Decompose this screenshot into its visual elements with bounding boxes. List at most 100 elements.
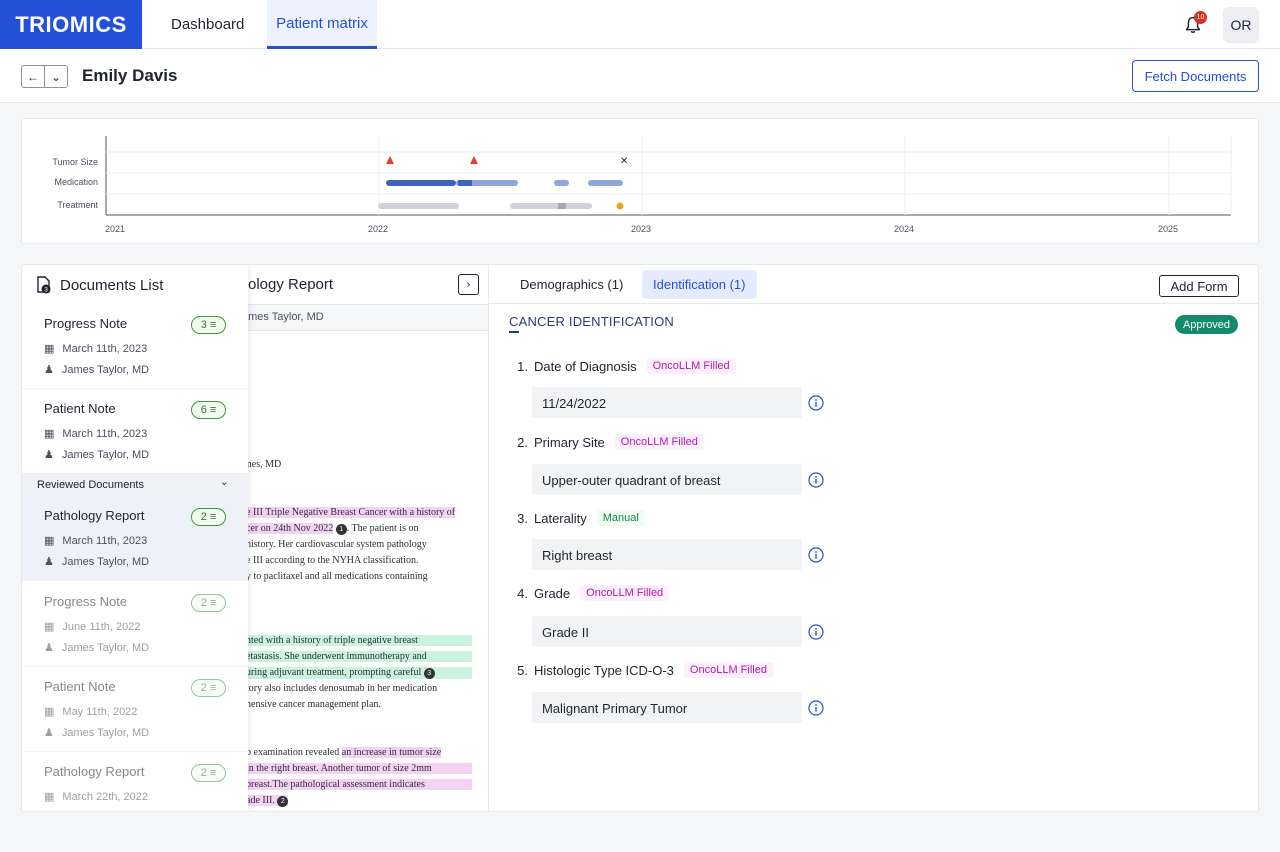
patient-timeline-chart: Tumor Size Medication Treatment ✕ 2021 2… bbox=[21, 118, 1259, 244]
fetch-documents-button[interactable]: Fetch Documents bbox=[1132, 60, 1259, 92]
chevron-down-icon[interactable]: ⌄ bbox=[45, 66, 67, 87]
document-text: hensive cancer management plan. bbox=[246, 699, 381, 710]
info-icon[interactable] bbox=[808, 700, 824, 716]
add-form-button[interactable]: Add Form bbox=[1159, 275, 1239, 297]
document-viewer-title: ology Report bbox=[248, 276, 334, 293]
source-tag: Manual bbox=[596, 510, 645, 526]
document-text: o examination revealed bbox=[246, 747, 342, 758]
highlight-text[interactable]: e III Triple Negative Breast Cancer with… bbox=[246, 507, 456, 518]
evidence-marker[interactable]: 1 bbox=[335, 524, 347, 535]
treatment-bar bbox=[510, 203, 592, 209]
calendar-icon: ▦ bbox=[44, 428, 55, 440]
reviewed-documents-toggle[interactable]: Reviewed Documents ⌄ bbox=[22, 474, 248, 495]
document-date: March 11th, 2023 bbox=[62, 342, 148, 355]
tab-demographics[interactable]: Demographics (1) bbox=[509, 270, 634, 299]
list-icon: ≡ bbox=[209, 511, 217, 523]
section-underline bbox=[509, 331, 519, 333]
nav-tab-dashboard[interactable]: Dashboard bbox=[163, 0, 252, 49]
highlight-text[interactable]: an increase in tumor size bbox=[341, 747, 442, 758]
laterality-field[interactable]: Right breast bbox=[532, 539, 802, 570]
calendar-icon: ▦ bbox=[44, 791, 55, 803]
timeline-year-label: 2024 bbox=[894, 224, 915, 234]
tumor-size-marker bbox=[470, 156, 478, 164]
document-title: Patient Note bbox=[44, 679, 116, 694]
document-title: Pathology Report bbox=[44, 764, 145, 779]
tab-identification[interactable]: Identification (1) bbox=[642, 270, 757, 299]
user-avatar[interactable]: OR bbox=[1223, 7, 1259, 43]
question-label: 4. Grade OncoLLM Filled bbox=[513, 585, 670, 601]
document-annotation-count[interactable]: 2 ≡ bbox=[191, 679, 226, 697]
document-author: James Taylor, MD bbox=[61, 448, 150, 461]
documents-list-title: Documents List bbox=[60, 276, 164, 294]
tumor-size-x-marker: ✕ bbox=[620, 156, 628, 167]
document-date: May 11th, 2022 bbox=[62, 705, 138, 718]
medication-bar bbox=[588, 180, 623, 186]
document-date: June 11th, 2022 bbox=[62, 620, 141, 633]
section-title: CANCER IDENTIFICATION bbox=[509, 314, 675, 329]
person-icon: ♟ bbox=[44, 364, 54, 376]
document-list-item[interactable]: Pathology Report 2 ≡ ▦ March 22th, 2022 bbox=[22, 751, 248, 811]
document-annotation-count[interactable]: 2 ≡ bbox=[191, 508, 226, 526]
list-icon: ≡ bbox=[209, 404, 217, 416]
calendar-icon: ▦ bbox=[44, 706, 55, 718]
calendar-icon: ▦ bbox=[44, 535, 55, 547]
document-list-item[interactable]: Patient Note 6 ≡ ▦ March 11th, 2023 ♟ James… bbox=[22, 388, 248, 474]
primary-site-field[interactable]: Upper-outer quadrant of breast bbox=[532, 464, 802, 495]
svg-text:3: 3 bbox=[44, 287, 48, 294]
tumor-size-marker bbox=[386, 156, 394, 164]
reviewed-documents-label: Reviewed Documents bbox=[37, 479, 144, 491]
highlight-text[interactable]: breast.The pathological assessment indic… bbox=[246, 779, 472, 790]
document-list-item[interactable]: Progress Note 3 ≡ ▦ March 11th, 2023 ♟ Jame… bbox=[22, 303, 248, 389]
nav-tab-patient-matrix[interactable]: Patient matrix bbox=[267, 0, 377, 49]
source-tag: OncoLLM Filled bbox=[580, 585, 670, 601]
document-annotation-count[interactable]: 6 ≡ bbox=[191, 401, 226, 419]
list-icon: ≡ bbox=[209, 597, 217, 609]
highlight-text[interactable]: nted with a history of triple negative b… bbox=[246, 635, 472, 646]
question-label: 2. Primary Site OncoLLM Filled bbox=[513, 434, 704, 450]
highlight-text[interactable]: in the right breast. Another tumor of si… bbox=[246, 763, 472, 774]
list-icon: ≡ bbox=[209, 682, 217, 694]
highlight-text[interactable]: uring adjuvant treatment, prompting care… bbox=[246, 667, 421, 678]
person-icon: ♟ bbox=[44, 449, 54, 461]
treatment-bar bbox=[558, 203, 566, 209]
info-icon[interactable] bbox=[808, 547, 824, 563]
grade-field[interactable]: Grade II bbox=[532, 616, 802, 647]
highlight-text[interactable]: ade III. bbox=[246, 795, 275, 806]
document-list-item[interactable]: Pathology Report 2 ≡ ▦ March 11th, 2023 ♟ J… bbox=[22, 495, 248, 581]
info-icon[interactable] bbox=[808, 395, 824, 411]
document-annotation-count[interactable]: 2 ≡ bbox=[191, 764, 226, 782]
document-text: tory also includes denosumab in her medi… bbox=[246, 683, 438, 694]
document-text: . The patient is on bbox=[346, 523, 419, 534]
collapse-chevron-right-icon[interactable]: › bbox=[458, 274, 479, 295]
highlight-text[interactable]: ade III. 2 bbox=[246, 795, 289, 807]
evidence-marker[interactable]: 3 bbox=[423, 668, 435, 679]
patient-name: Emily Davis bbox=[82, 66, 178, 85]
back-arrow-icon[interactable]: ← bbox=[22, 66, 45, 87]
document-title: Progress Note bbox=[44, 316, 128, 331]
document-title: Pathology Report bbox=[44, 508, 145, 523]
document-annotation-count[interactable]: 2 ≡ bbox=[191, 594, 226, 612]
date-of-diagnosis-field[interactable]: 11/24/2022 bbox=[532, 387, 802, 418]
calendar-icon: ▦ bbox=[44, 621, 55, 633]
histologic-type-field[interactable]: Malignant Primary Tumor bbox=[532, 692, 802, 723]
document-list-item[interactable]: Patient Note 2 ≡ ▦ May 11th, 2022 ♟ James T… bbox=[22, 666, 248, 752]
documents-list-header: 3 Documents List bbox=[36, 276, 163, 294]
document-annotation-count[interactable]: 3 ≡ bbox=[191, 316, 226, 334]
highlight-text[interactable]: etastasis. She underwent immunotherapy a… bbox=[246, 651, 472, 662]
document-list-item[interactable]: Progress Note 2 ≡ ▦ June 11th, 2022 ♟ James… bbox=[22, 581, 248, 667]
document-author: James Taylor, MD bbox=[61, 363, 150, 376]
question-label: 3. Laterality Manual bbox=[513, 510, 645, 526]
brand-logo[interactable]: TRIOMICS bbox=[0, 0, 142, 49]
evidence-marker[interactable]: 2 bbox=[277, 796, 289, 807]
list-icon: ≡ bbox=[209, 767, 217, 779]
timeline-year-label: 2025 bbox=[1158, 224, 1179, 234]
info-icon[interactable] bbox=[808, 472, 824, 488]
document-author: ames Taylor, MD bbox=[242, 311, 324, 323]
person-icon: ♟ bbox=[44, 642, 54, 654]
document-title: Progress Note bbox=[44, 594, 128, 609]
highlight-text[interactable]: cer on 24th Nov 2022 bbox=[246, 523, 334, 534]
timeline-year-label: 2022 bbox=[368, 224, 389, 234]
document-title: Patient Note bbox=[44, 401, 116, 416]
document-text: y to paclitaxel and all medications cont… bbox=[246, 571, 428, 582]
info-icon[interactable] bbox=[808, 624, 824, 640]
